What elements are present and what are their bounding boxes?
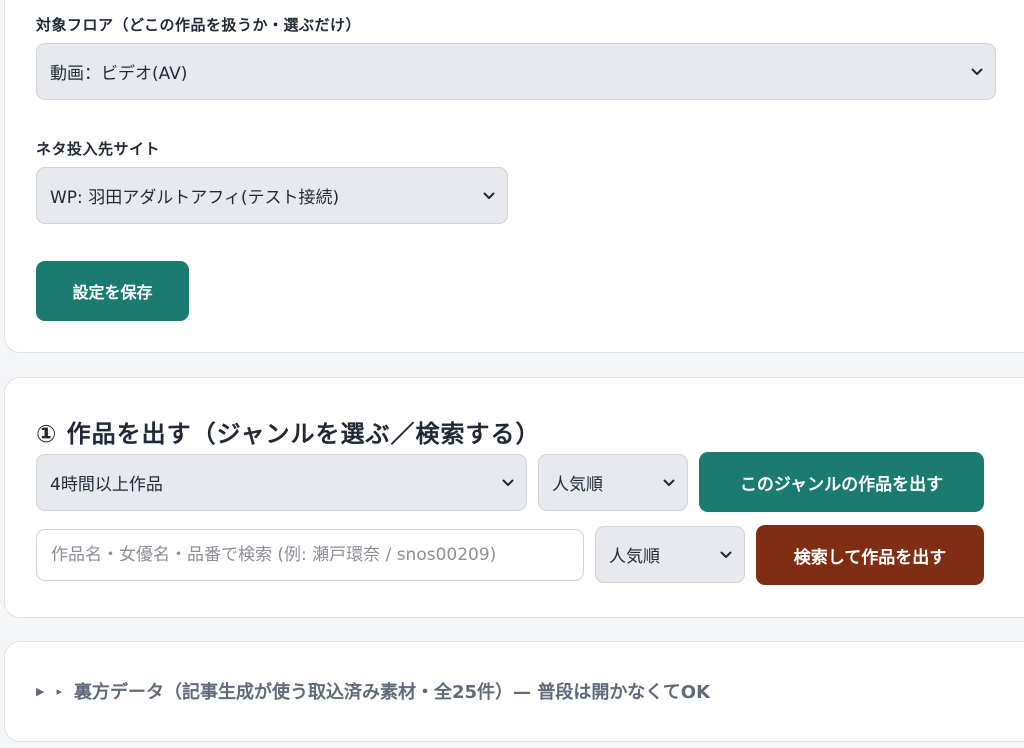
chevron-down-icon [720, 551, 732, 558]
floor-select[interactable]: 動画：ビデオ(AV) [36, 43, 996, 100]
search-works-button[interactable]: 検索して作品を出す [756, 525, 984, 585]
chevron-down-icon [483, 192, 495, 199]
genre-sort-value: 人気順 [552, 475, 603, 495]
search-input[interactable] [36, 529, 584, 581]
site-label: ネタ投入先サイト [36, 140, 161, 158]
genre-select-value: 4時間以上作品 [50, 475, 163, 495]
triangle-right-icon: ▸ [56, 684, 62, 698]
chevron-down-icon [502, 479, 514, 486]
search-sort-select[interactable]: 人気順 [595, 526, 745, 583]
show-genre-works-button[interactable]: このジャンルの作品を出す [699, 452, 984, 512]
chevron-down-icon [663, 479, 675, 486]
backend-data-summary: 裏方データ（記事生成が使う取込済み素材・全25件）— 普段は開かなくてOK [74, 682, 711, 703]
site-select-value: WP: 羽田アダルトアフィ(テスト接続) [50, 188, 340, 208]
triangle-right-icon: ▶ [36, 684, 45, 698]
works-section-title: ① 作品を出す（ジャンルを選ぶ／検索する） [36, 420, 541, 448]
chevron-down-icon [971, 68, 983, 75]
genre-select[interactable]: 4時間以上作品 [36, 454, 527, 511]
search-sort-value: 人気順 [609, 547, 660, 567]
floor-select-value: 動画：ビデオ(AV) [50, 64, 188, 84]
backend-data-toggle[interactable]: ▶ ▸ 裏方データ（記事生成が使う取込済み素材・全25件）— 普段は開かなくてO… [36, 678, 710, 704]
floor-label: 対象フロア（どこの作品を扱うか・選ぶだけ） [36, 16, 362, 34]
save-settings-button[interactable]: 設定を保存 [36, 261, 189, 321]
genre-sort-select[interactable]: 人気順 [538, 454, 688, 511]
site-select[interactable]: WP: 羽田アダルトアフィ(テスト接続) [36, 167, 508, 224]
